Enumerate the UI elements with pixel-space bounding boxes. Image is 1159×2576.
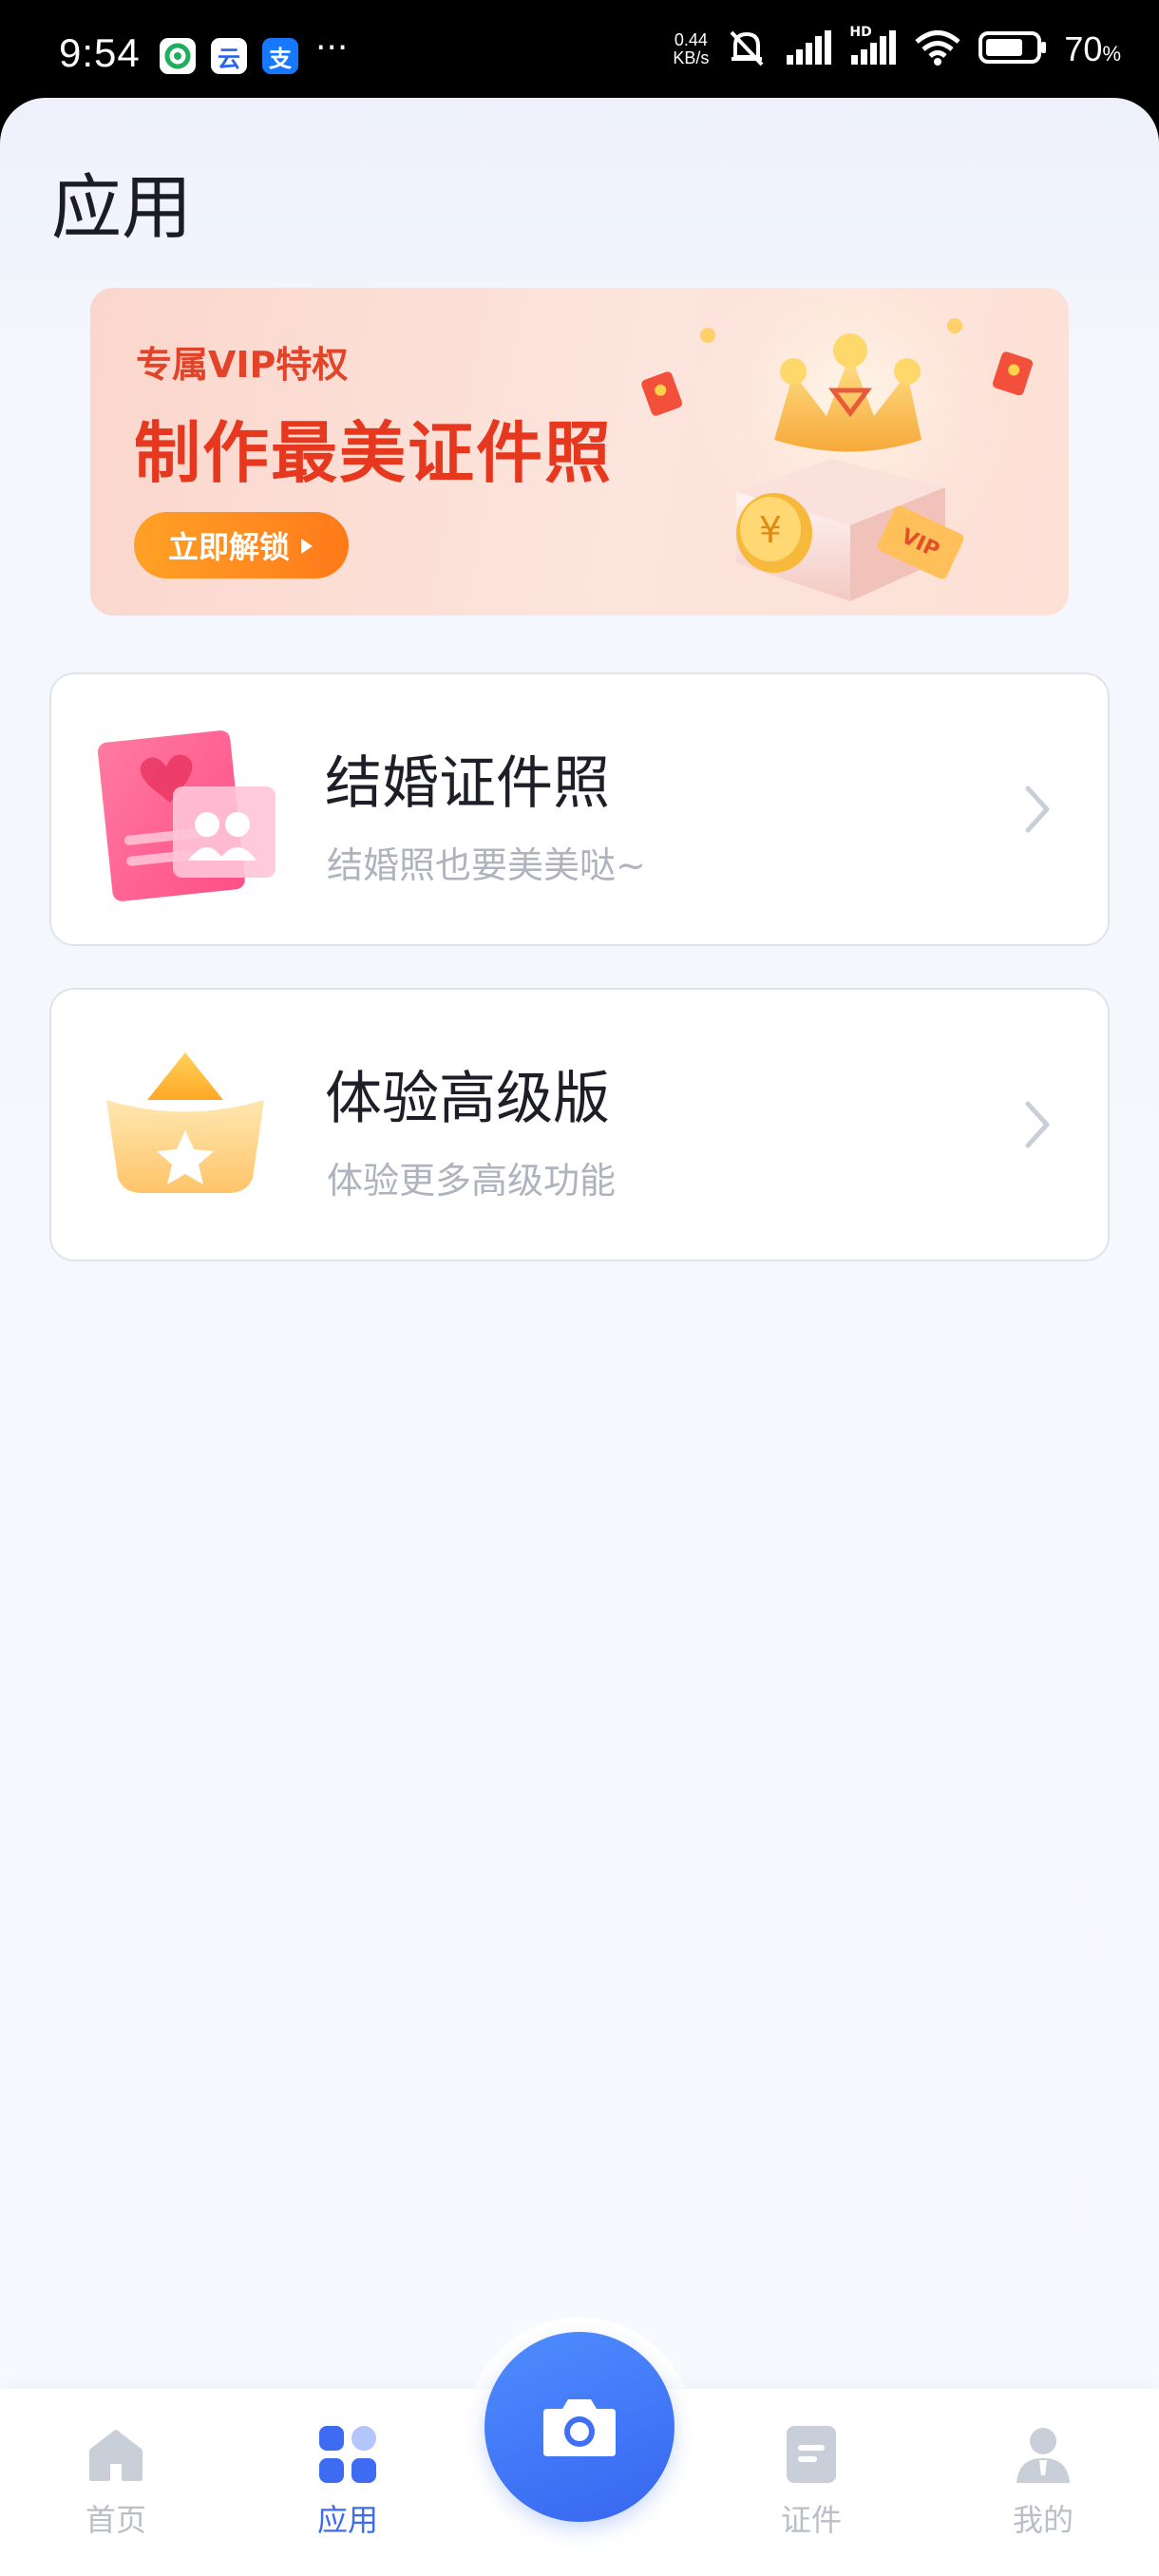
status-time: 9:54 — [59, 30, 141, 75]
card-title: 体验高级版 — [325, 1066, 610, 1132]
cloud-app-icon: 云 — [211, 38, 247, 74]
unlock-button[interactable]: 立即解锁 — [134, 512, 349, 578]
camera-button[interactable] — [484, 2332, 674, 2522]
banner-subtitle: 专属VIP特权 — [136, 344, 349, 386]
chevron-right-icon — [1025, 786, 1050, 833]
card-subtitle: 体验更多高级功能 — [327, 1160, 617, 1202]
apps-grid-icon — [317, 2424, 378, 2485]
battery-icon — [978, 30, 1047, 68]
alipay-icon: 支 — [262, 38, 298, 74]
play-arrow-icon — [299, 527, 314, 563]
coin-symbol: ¥ — [759, 509, 782, 551]
document-icon — [781, 2424, 842, 2485]
vip-banner[interactable]: 专属VIP特权 制作最美证件照 立即解锁 ¥ VIP — [90, 288, 1069, 616]
tab-label: 证件 — [780, 2502, 842, 2538]
tab-label: 我的 — [1012, 2502, 1074, 2538]
signal-icon-2: HD — [849, 25, 897, 68]
tab-label: 首页 — [85, 2502, 146, 2538]
battery-level: 70% — [1064, 29, 1121, 68]
tab-profile[interactable]: 我的 — [977, 2424, 1110, 2540]
camera-icon — [543, 2399, 616, 2456]
wedding-certificate-icon — [97, 730, 276, 901]
green-app-icon — [160, 38, 196, 74]
chevron-right-icon — [1025, 1101, 1050, 1148]
crown-gift-illustration: ¥ VIP — [641, 288, 1033, 601]
tab-certificates[interactable]: 证件 — [745, 2424, 878, 2540]
wedding-photo-card[interactable]: 结婚证件照 结婚照也要美美哒~ — [49, 672, 1110, 946]
home-icon — [86, 2424, 146, 2485]
more-notifications-icon: ··· — [315, 28, 349, 67]
tab-home[interactable]: 首页 — [49, 2424, 182, 2540]
tab-label: 应用 — [316, 2502, 378, 2538]
mute-bell-icon — [726, 28, 768, 70]
status-bar: 9:54 云 支 ··· 0.44 KB/s HD 70% — [0, 0, 1159, 104]
card-title: 结婚证件照 — [325, 750, 610, 817]
premium-trial-card[interactable]: 体验高级版 体验更多高级功能 — [49, 988, 1110, 1261]
signal-icon-1 — [785, 30, 832, 68]
network-speed: 0.44 KB/s — [673, 30, 710, 67]
page-title: 应用 — [51, 167, 192, 249]
card-subtitle: 结婚照也要美美哒~ — [327, 844, 646, 886]
app-screen: 应用 专属VIP特权 制作最美证件照 立即解锁 ¥ VIP 结婚证件照 结婚照也… — [0, 98, 1159, 2576]
banner-headline: 制作最美证件照 — [134, 414, 613, 492]
unlock-button-label: 立即解锁 — [167, 529, 290, 565]
gold-ingot-star-icon — [106, 1052, 264, 1193]
wifi-icon — [914, 29, 961, 69]
tab-apps[interactable]: 应用 — [281, 2424, 414, 2540]
person-icon — [1013, 2424, 1074, 2485]
